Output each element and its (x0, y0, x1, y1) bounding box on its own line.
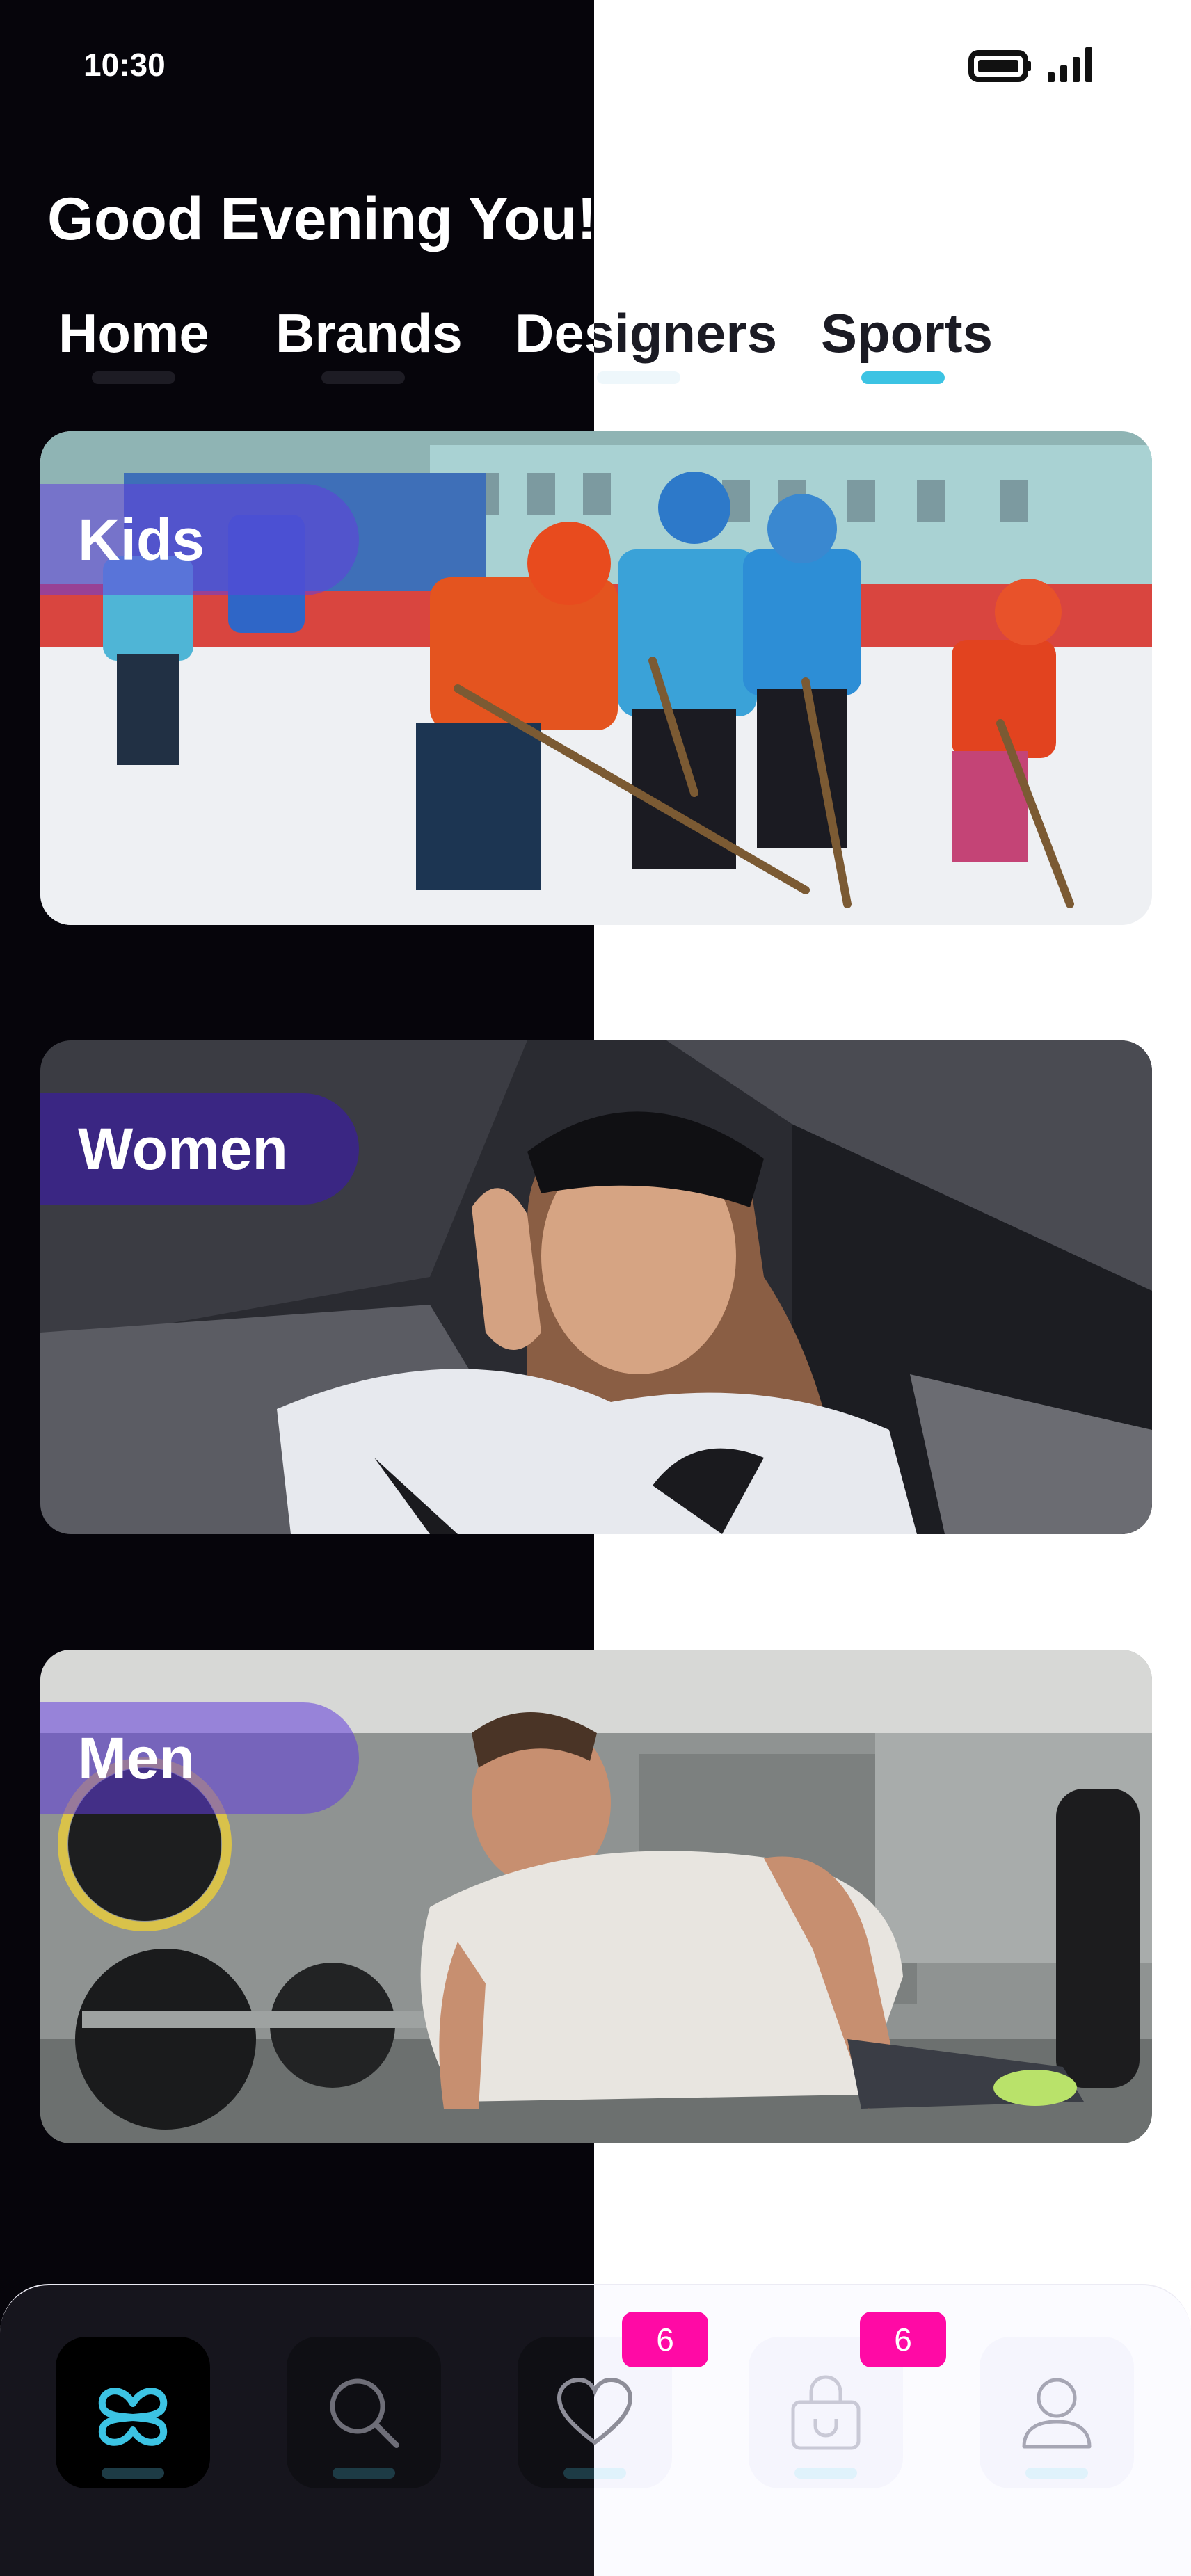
tab-home[interactable]: Home (58, 302, 209, 365)
nav-home-button[interactable] (56, 2337, 210, 2488)
tab-designers[interactable]: Designers (515, 302, 777, 365)
nav-home-indicator (102, 2468, 164, 2479)
favorites-count-badge: 6 (622, 2312, 708, 2367)
status-time: 10:30 (83, 47, 166, 83)
nav-profile-indicator (1025, 2468, 1088, 2479)
tab-brands-indicator (321, 371, 405, 384)
nav-profile-button[interactable] (980, 2337, 1134, 2488)
nav-cart-indicator (794, 2468, 857, 2479)
shopping-bag-icon (791, 2375, 861, 2450)
greeting-title: Good Evening You! (47, 186, 597, 252)
category-card-women[interactable]: Women (40, 1040, 1152, 1534)
heart-icon (557, 2377, 633, 2445)
category-label-men: Men (40, 1702, 359, 1814)
tab-sports[interactable]: Sports (821, 302, 993, 365)
category-card-men[interactable]: Men (40, 1650, 1152, 2143)
tab-designers-indicator (597, 371, 680, 384)
tab-sports-indicator (861, 371, 945, 384)
category-card-kids[interactable]: Kids (40, 431, 1152, 925)
app-logo-icon (98, 2388, 168, 2446)
tab-brands[interactable]: Brands (275, 302, 463, 365)
category-label-women: Women (40, 1093, 359, 1205)
bottom-navigation: 6 6 (0, 2284, 1191, 2576)
cart-count-badge: 6 (860, 2312, 946, 2367)
tab-home-indicator (92, 371, 175, 384)
signal-icon (1048, 47, 1092, 82)
nav-favorites-indicator (563, 2468, 626, 2479)
profile-icon (1022, 2378, 1092, 2449)
nav-search-indicator (333, 2468, 395, 2479)
battery-icon (968, 50, 1031, 82)
category-label-kids: Kids (40, 484, 359, 595)
nav-search-button[interactable] (287, 2337, 441, 2488)
search-icon (330, 2378, 399, 2448)
